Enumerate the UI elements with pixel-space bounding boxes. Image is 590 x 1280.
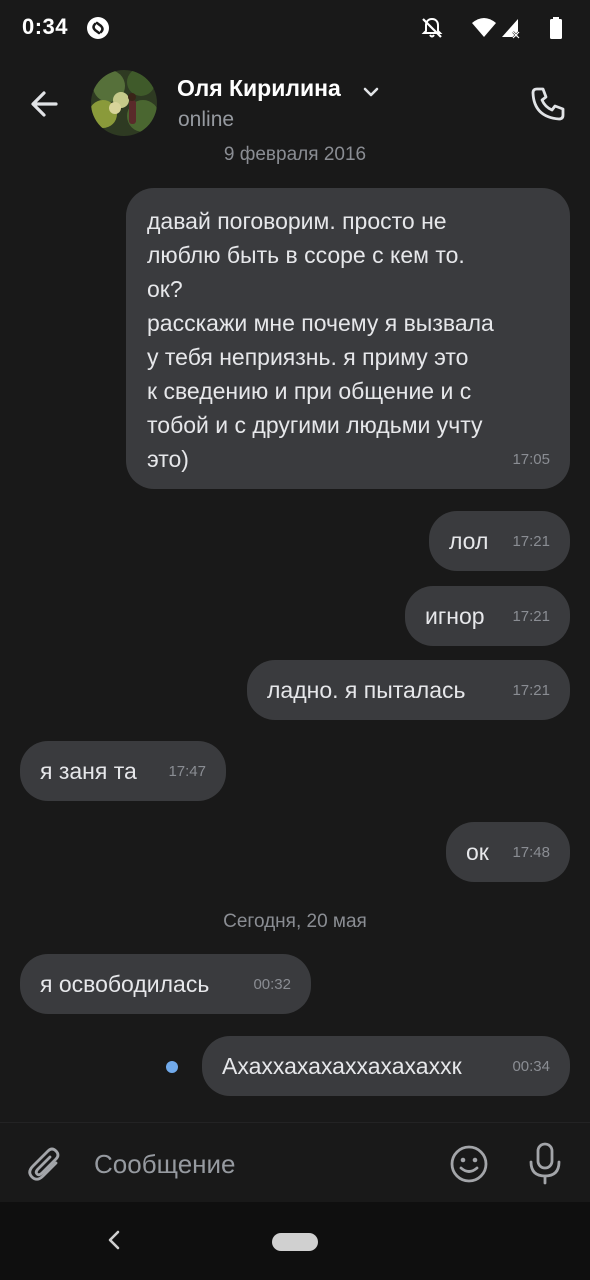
nav-home-pill[interactable]	[272, 1233, 318, 1251]
message-bubble-outgoing[interactable]: лол 17:21	[429, 511, 570, 571]
message-time: 17:21	[512, 533, 550, 550]
message-bubble-outgoing[interactable]: ладно. я пыталась 17:21	[247, 660, 570, 720]
call-button[interactable]	[528, 84, 568, 124]
voice-message-button[interactable]	[526, 1141, 564, 1185]
chevron-down-icon[interactable]	[362, 85, 380, 103]
status-time: 0:34	[22, 14, 69, 39]
emoji-button[interactable]	[448, 1143, 490, 1185]
phone-icon	[531, 87, 565, 121]
chat-screen: 0:34 Оля Кирилина online 9 февраля 2016 …	[0, 0, 590, 1280]
message-bubble-incoming[interactable]: я заня та 17:47	[20, 741, 226, 801]
message-time: 17:47	[168, 763, 206, 780]
contact-name[interactable]: Оля Кирилина	[177, 75, 341, 102]
message-time: 17:21	[512, 682, 550, 699]
notifications-off-icon	[421, 17, 443, 38]
paperclip-icon	[28, 1147, 60, 1181]
message-time: 17:48	[512, 844, 550, 861]
message-bubble-outgoing[interactable]: давай поговорим. просто не люблю быть в …	[126, 188, 570, 489]
message-text: Ахаххахахаххахахаххк	[222, 1053, 462, 1079]
message-bubble-outgoing[interactable]: игнор 17:21	[405, 586, 570, 646]
arrow-left-icon	[31, 91, 58, 117]
smile-icon	[450, 1145, 488, 1183]
message-time: 17:05	[512, 451, 550, 468]
system-navigation-bar	[0, 1202, 590, 1280]
back-button[interactable]	[26, 84, 66, 124]
battery-icon	[550, 17, 562, 39]
cellular-signal-icon	[502, 19, 520, 39]
chevron-left-icon	[108, 1230, 120, 1250]
message-text: ладно. я пыталась	[267, 677, 466, 703]
message-text: давай поговорим. просто не люблю быть в …	[147, 208, 494, 472]
message-composer	[0, 1122, 590, 1203]
message-input[interactable]	[94, 1145, 424, 1183]
message-bubble-outgoing[interactable]: ок 17:48	[446, 822, 570, 882]
date-separator: 9 февраля 2016	[223, 144, 367, 165]
status-bar: 0:34	[0, 0, 590, 58]
message-time: 17:21	[512, 608, 550, 625]
status-icons	[420, 16, 568, 45]
avatar[interactable]	[91, 70, 157, 136]
microphone-icon	[529, 1142, 561, 1185]
contact-status: online	[178, 108, 235, 131]
unread-indicator	[166, 1061, 178, 1073]
date-separator: Сегодня, 20 мая	[223, 911, 367, 932]
chat-header: Оля Кирилина online	[0, 58, 590, 150]
nav-back-button[interactable]	[104, 1228, 124, 1257]
message-time: 00:34	[512, 1058, 550, 1075]
message-time: 00:32	[253, 976, 291, 993]
shazam-notification-icon	[86, 16, 110, 45]
attach-button[interactable]	[26, 1145, 66, 1185]
message-bubble-incoming[interactable]: я освободилась 00:32	[20, 954, 311, 1014]
wifi-icon	[472, 18, 496, 37]
message-bubble-outgoing[interactable]: Ахаххахахаххахахаххк 00:34	[202, 1036, 570, 1096]
